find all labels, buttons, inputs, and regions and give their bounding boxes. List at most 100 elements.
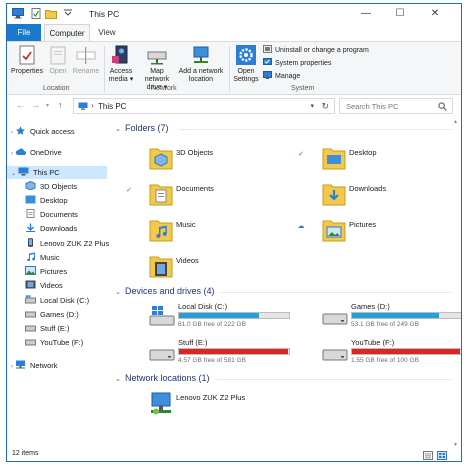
drive-usage-bar [351,312,461,319]
network-drive-icon [147,51,167,65]
network-locations-group-header[interactable]: ⌄ Network locations (1) [115,373,210,383]
scroll-down-icon[interactable]: ▾ [454,441,457,448]
folder-item-pictures[interactable]: Pictures [322,217,452,247]
nav-child-pictures[interactable]: Pictures [25,265,67,278]
folder-label: Downloads [349,184,387,193]
tab-computer[interactable]: Computer [44,24,90,41]
drive-usage-fill [352,313,439,318]
up-arrow-icon[interactable]: ↑ [58,100,63,110]
nav-child-music[interactable]: Music [25,251,60,264]
this-pc-icon [18,167,29,176]
drive-usage-fill [179,349,289,354]
folder-item-documents[interactable]: Documents [149,181,289,211]
open-settings-button[interactable]: Open Settings [231,44,261,84]
nav-onedrive[interactable]: › OneDrive [11,146,107,159]
rename-button[interactable]: Rename [71,44,101,76]
folder-item-videos[interactable]: Videos [149,253,289,283]
nav-child-stuff-e[interactable]: Stuff (E:) [25,322,69,335]
refresh-icon[interactable]: ↻ [321,101,329,112]
system-group-label: System [291,85,315,92]
back-arrow-icon[interactable]: ← [16,100,25,110]
videos-icon [25,280,36,289]
address-dropdown-icon[interactable]: ▾ [310,102,314,110]
add-location-label-1: Add a network [178,68,224,75]
breadcrumb-separator[interactable]: › [91,101,94,110]
nav-child-desktop[interactable]: Desktop [25,194,68,207]
breadcrumb-this-pc[interactable]: This PC [98,102,126,111]
devices-group-header[interactable]: ⌄ Devices and drives (4) [115,286,215,296]
vertical-scrollbar[interactable]: ▴ ▾ [453,118,461,448]
network-location-lenovo-zuk[interactable]: Lenovo ZUK Z2 Plus [149,390,309,420]
nav-child-games-d[interactable]: Games (D:) [25,308,79,321]
nav-child-youtube-f[interactable]: YouTube (F:) [25,336,83,349]
nav-label: This PC [33,168,60,177]
access-media-button[interactable]: Access media ▾ [106,44,136,84]
nav-child-downloads[interactable]: Downloads [25,222,77,235]
maximize-button[interactable]: ☐ [385,4,415,24]
drive-item-youtube-f[interactable]: YouTube (F:) 1.55 GB free of 100 GB [322,338,461,372]
nav-label: Stuff (E:) [40,324,70,333]
folder-label: Documents [176,184,214,193]
collapse-chevron-icon[interactable]: ⌄ [115,125,125,133]
nav-child-documents[interactable]: Documents [25,208,78,221]
folder-item-3d-objects[interactable]: 3D Objects [149,145,289,175]
properties-button[interactable]: Properties [10,44,44,76]
file-explorer-window: This PC — ☐ ✕ File Computer View Propert… [6,3,462,462]
collapse-chevron-icon[interactable]: ⌄ [115,288,125,296]
properties-quick-icon[interactable] [30,8,42,19]
tab-view[interactable]: View [93,24,121,41]
nav-child-local-disk-c[interactable]: Local Disk (C:) [25,294,89,307]
drive-item-games-d[interactable]: Games (D:) 53.1 GB free of 249 GB [322,302,461,336]
forward-arrow-icon[interactable]: → [31,100,40,110]
nav-child-videos[interactable]: Videos [25,279,63,292]
nav-this-pc[interactable]: ⌄ This PC [7,166,107,179]
customize-quick-access-icon[interactable] [62,8,74,19]
folders-group-header[interactable]: ⌄ Folders (7) [115,123,169,133]
nav-label: Games (D:) [40,310,79,319]
drive-free-space: 61.0 GB free of 222 GB [178,321,246,328]
expand-chevron-icon[interactable]: › [11,151,13,157]
scroll-up-icon[interactable]: ▴ [454,118,457,125]
expand-chevron-icon[interactable]: › [11,130,13,136]
tab-file[interactable]: File [7,24,41,41]
details-view-icon[interactable] [423,451,433,460]
folder-item-downloads[interactable]: Downloads [322,181,452,211]
manage-icon [263,71,272,79]
nav-label: Quick access [30,127,75,136]
drive-item-stuff-e[interactable]: Stuff (E:) 4.57 GB free of 581 GB [149,338,299,372]
recent-locations-chevron-icon[interactable]: ▾ [46,102,49,109]
nav-quick-access[interactable]: › Quick access [11,125,107,138]
music-icon [27,252,36,261]
folder-item-music[interactable]: Music [149,217,289,247]
expand-chevron-icon[interactable]: › [11,364,13,370]
minimize-button[interactable]: — [351,4,381,24]
nav-label: Videos [40,281,63,290]
search-box[interactable]: Search This PC [339,98,453,114]
drive-usage-bar [351,348,461,355]
large-icons-view-icon[interactable] [437,451,447,460]
nav-network[interactable]: › Network [11,359,107,372]
nav-child-3d-objects[interactable]: 3D Objects [25,180,77,193]
collapse-chevron-icon[interactable]: ⌄ [11,171,16,177]
drive-item-local-disk-c[interactable]: Local Disk (C:) 61.0 GB free of 222 GB [149,302,299,336]
close-button[interactable]: ✕ [420,4,450,24]
add-network-location-button[interactable]: Add a network location [178,44,224,84]
manage-button[interactable]: Manage [263,71,300,82]
new-folder-quick-icon[interactable] [45,8,57,19]
properties-label: Properties [11,68,43,75]
sync-status-icon: ✓ [126,187,132,194]
system-properties-button[interactable]: System properties [263,58,331,69]
folder-item-desktop[interactable]: Desktop [322,145,452,175]
rename-icon [76,47,96,64]
folder-label: 3D Objects [176,148,214,157]
nav-label: Desktop [40,196,68,205]
address-bar[interactable]: › This PC ▾ ↻ [73,98,335,114]
ribbon-separator [104,46,105,92]
collapse-chevron-icon[interactable]: ⌄ [115,375,125,383]
uninstall-program-button[interactable]: Uninstall or change a program [263,45,369,56]
drive-usage-bar [178,312,290,319]
open-button[interactable]: Open [47,44,69,76]
downloads-icon [26,223,35,232]
nav-child-lenovo-zuk[interactable]: Lenovo ZUK Z2 Plus [25,237,109,250]
this-pc-address-icon [78,102,88,110]
